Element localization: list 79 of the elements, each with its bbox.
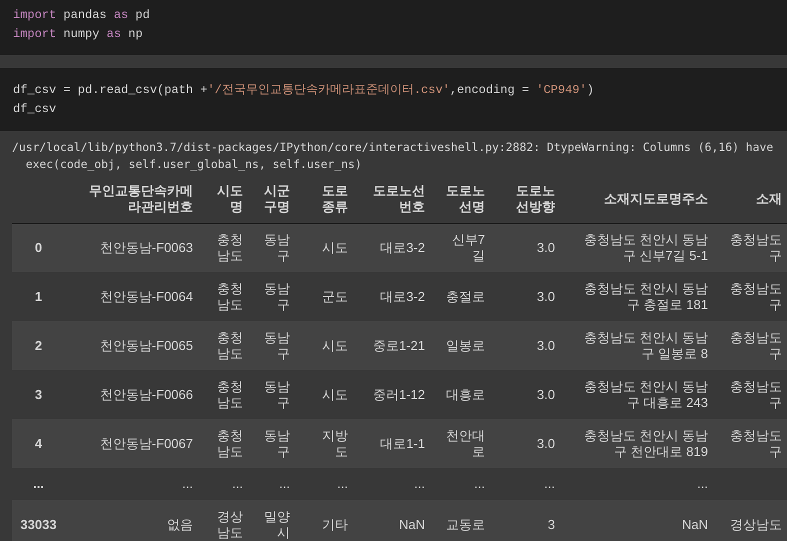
table-cell-text: 충청남도 [216,330,243,362]
table-cell: 3.0 [536,436,555,452]
table-cell-text: 충청남도 구 [729,378,782,410]
column-header: 도로종류 [321,182,348,215]
table-cell: 대로3-2 [380,240,425,256]
table-cell-text: 동남구 [263,378,290,410]
table-cell-text: 충청남도 천안시 동남구 일봉로 8 [582,330,708,362]
table-cell: 3.0 [536,386,555,402]
table-cell-text: 충청남도 천안시 동남구 천안대로 819 [582,428,708,460]
table-cell: 충절로 [446,288,485,304]
table-cell: 일봉로 [446,338,485,354]
table-cell: 경상남도 [730,516,782,532]
table-cell: 3.0 [536,338,555,354]
table-cell: 대흥로 [446,386,485,402]
table-cell: 시도 [322,386,348,402]
table-cell: 시도 [322,338,348,354]
table-cell: ... [414,476,425,492]
table-cell: 천안대로 [445,428,485,460]
table-cell-text: 밀양시 [263,508,290,540]
table-cell: 3 [548,516,555,532]
column-header: 도로노선명 [445,182,485,215]
table-cell-text: 충청남도 구 [729,280,782,312]
table-cell: ... [697,476,708,492]
table-cell: 군도 [322,288,348,304]
table-cell-text: 충청남도 구 [729,232,782,264]
table-cell: 시도 [322,240,348,256]
table-cell: 천안동남-F0066 [100,386,193,402]
table-cell: NaN [682,516,708,532]
row-index: 1 [34,288,42,304]
table-cell-text: 동남구 [263,232,290,264]
table-cell-text: 신부7길 [450,232,485,264]
table-cell-text: 충청남도 [216,232,243,264]
row-index: 4 [34,436,42,452]
table-cell-text: 충청남도 구 [729,330,782,362]
table-cell: 3.0 [536,288,555,304]
table-cell-text: 동남구 [263,280,290,312]
warning-text: /usr/local/lib/python3.7/dist-packages/IPython/core/interactiveshell.py:2882: DtypeWarning: Columns (6,16) have exec(code_obj, self.user_global_ns, self.user_ns) [12,139,774,173]
column-header: 무인교통단속카메라관리번호 [88,182,193,215]
table-cell: 천안동남-F0064 [100,288,193,304]
table-cell: ... [474,476,485,492]
table-cell: 중로1-21 [372,338,425,354]
column-header: 소재 [756,190,782,207]
table-cell: 대로1-1 [380,436,425,452]
column-header: 도로노선방향 [515,182,555,215]
table-cell-text: 동남구 [263,330,290,362]
table-cell-text: 지방도 [321,428,348,460]
table-cell-text: 충청남도 천안시 동남구 신부7길 5-1 [582,232,708,264]
table-cell: ... [232,476,243,492]
table-cell-text: 충청남도 천안시 동남구 대흥로 243 [582,378,708,410]
table-cell: 기타 [322,516,348,532]
table-cell: 중러1-12 [372,386,425,402]
row-index: 33033 [20,516,57,532]
table-cell-text: 충청남도 [216,428,243,460]
table-cell-text: 동남구 [263,428,290,460]
column-header: 시군구명 [263,182,290,215]
table-cell-text: 충청남도 [216,378,243,410]
column-header: 시도명 [216,182,243,215]
table-cell-text: 충청남도 구 [729,428,782,460]
table-cell-text: 충청남도 [216,280,243,312]
column-header: 도로노선번호 [372,182,425,215]
table-cell: 3.0 [536,240,555,256]
table-cell: 없음 [167,516,193,532]
table-cell: 대로3-2 [380,288,425,304]
table-cell: ... [279,476,290,492]
table-cell: NaN [398,516,425,532]
table-cell-text: 충청남도 천안시 동남구 충절로 181 [582,280,708,312]
row-index: 0 [34,240,42,256]
table-cell: 천안동남-F0065 [100,338,193,354]
table-cell: 교동로 [446,516,485,532]
table-cell: ... [182,476,193,492]
row-index: 2 [34,338,42,354]
table-cell: 천안동남-F0063 [100,240,193,256]
table-cell: ... [544,476,555,492]
table-cell: ... [337,476,348,492]
table-cell: 천안동남-F0067 [100,436,193,452]
row-index: 3 [34,386,42,402]
row-index: ... [33,476,44,492]
table-cell-text: 경상남도 [216,508,243,540]
column-header: 소재지도로명주소 [604,190,708,207]
